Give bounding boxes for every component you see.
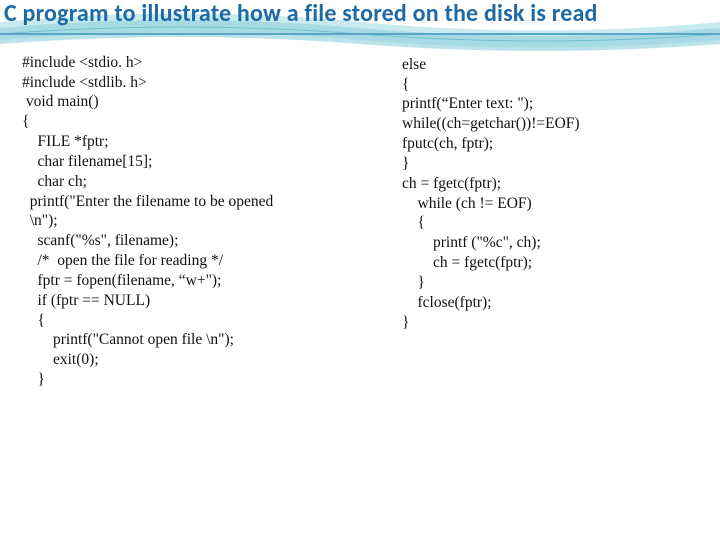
- page-title: C program to illustrate how a file store…: [0, 0, 720, 35]
- code-left-column: #include <stdio. h> #include <stdlib. h>…: [22, 53, 394, 390]
- code-right-column: else { printf(“Enter text: "); while((ch…: [402, 53, 712, 390]
- code-columns: #include <stdio. h> #include <stdlib. h>…: [0, 35, 720, 390]
